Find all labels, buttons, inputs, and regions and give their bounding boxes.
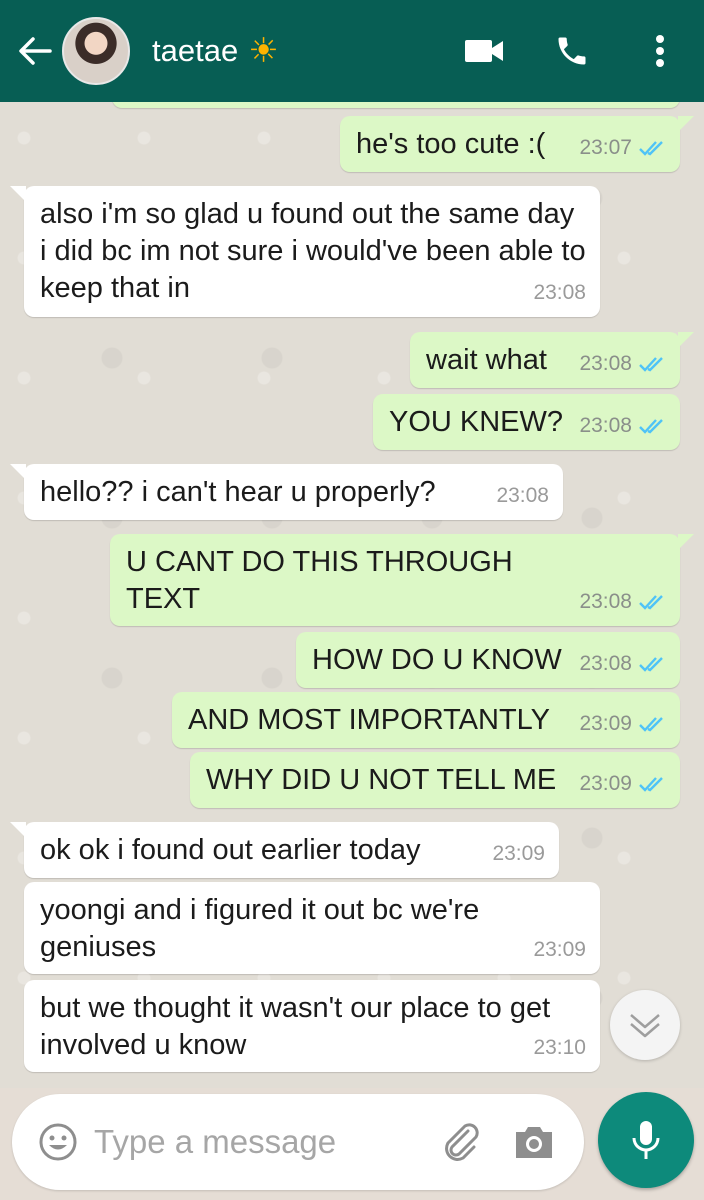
scroll-to-bottom-button[interactable] [610,990,680,1060]
read-receipt-icon [639,594,663,610]
message-bubble-cropped[interactable] [112,102,680,108]
voice-record-button[interactable] [598,1092,694,1188]
message-meta: 23:08 [579,645,666,682]
read-receipt-icon [639,356,663,372]
message-meta: 23:09 [579,705,666,742]
message-time: 23:08 [579,652,632,675]
attach-icon[interactable] [438,1119,484,1165]
message-time: 23:09 [579,772,632,795]
message-bubble[interactable]: WHY DID U NOT TELL ME 23:09 [190,752,680,808]
message-time: 23:08 [533,281,586,304]
message-text: AND MOST IMPORTANTLY [188,704,551,736]
message-bubble[interactable]: but we thought it wasn't our place to ge… [24,980,600,1072]
message-text: ok ok i found out earlier today [40,834,421,866]
message-time: 23:08 [579,352,632,375]
message-bubble[interactable]: HOW DO U KNOW 23:08 [296,632,680,688]
message-time: 23:08 [579,590,632,613]
message-bubble[interactable]: U CANT DO THIS THROUGH TEXT 23:08 [110,534,694,626]
message-text: wait what [426,344,547,376]
more-vertical-icon [656,35,664,67]
sun-emoji: ☀ [248,32,279,70]
message-composer [12,1094,584,1190]
message-meta: 23:08 [533,274,586,311]
message-meta: 23:08 [579,583,666,620]
message-meta: 23:09 [533,931,586,968]
message-bubble[interactable]: yoongi and i figured it out bc we're gen… [24,882,600,974]
message-text: he's too cute :( [356,128,546,160]
message-bubble[interactable]: AND MOST IMPORTANTLY 23:09 [172,692,680,748]
message-text: also i'm so glad u found out the same da… [40,198,586,304]
message-input[interactable] [94,1123,434,1161]
header-actions [440,0,704,102]
phone-icon [558,37,586,65]
more-options-button[interactable] [616,0,704,102]
read-receipt-icon [639,776,663,792]
message-meta: 23:09 [492,835,545,872]
message-meta: 23:08 [579,345,666,382]
microphone-icon [632,1121,660,1159]
message-text: WHY DID U NOT TELL ME [206,764,557,796]
message-meta: 23:10 [533,1029,586,1066]
message-bubble[interactable]: he's too cute :( 23:07 [340,116,694,172]
back-button[interactable] [6,0,64,102]
message-bubble[interactable]: ok ok i found out earlier today 23:09 [10,822,559,878]
message-time: 23:09 [579,712,632,735]
camera-icon[interactable] [512,1120,556,1164]
read-receipt-icon [639,418,663,434]
video-call-button[interactable] [440,0,528,102]
message-text: but we thought it wasn't our place to ge… [40,992,551,1061]
message-list[interactable]: he's too cute :( 23:07 also i'm so glad … [0,102,704,1088]
message-time: 23:09 [533,938,586,961]
emoji-icon[interactable] [38,1122,78,1162]
message-text: yoongi and i figured it out bc we're gen… [40,894,480,963]
message-time: 23:09 [492,842,545,865]
message-text: U CANT DO THIS THROUGH TEXT [126,546,513,615]
message-time: 23:10 [533,1036,586,1059]
contact-name-area[interactable]: taetae ☀ [152,31,279,71]
message-time: 23:08 [496,484,549,507]
message-time: 23:07 [579,136,632,159]
message-meta: 23:08 [579,407,666,444]
chat-header: taetae ☀ [0,0,704,102]
message-text: HOW DO U KNOW [312,644,562,676]
double-chevron-down-icon [630,1014,660,1038]
contact-name: taetae [152,33,239,68]
message-text: hello?? i can't hear u properly? [40,476,436,508]
message-meta: 23:08 [496,477,549,514]
message-bubble[interactable]: wait what 23:08 [410,332,694,388]
back-arrow-icon [19,37,52,65]
message-time: 23:08 [579,414,632,437]
message-bubble[interactable]: YOU KNEW? 23:08 [373,394,680,450]
contact-avatar[interactable] [62,17,130,85]
message-bubble[interactable]: also i'm so glad u found out the same da… [10,186,600,317]
message-bubble[interactable]: hello?? i can't hear u properly? 23:08 [10,464,563,520]
voice-call-button[interactable] [528,0,616,102]
message-meta: 23:09 [579,765,666,802]
read-receipt-icon [639,716,663,732]
video-call-icon [465,40,503,62]
message-meta: 23:07 [579,129,666,166]
message-text: YOU KNEW? [389,406,564,438]
read-receipt-icon [639,140,663,156]
read-receipt-icon [639,656,663,672]
